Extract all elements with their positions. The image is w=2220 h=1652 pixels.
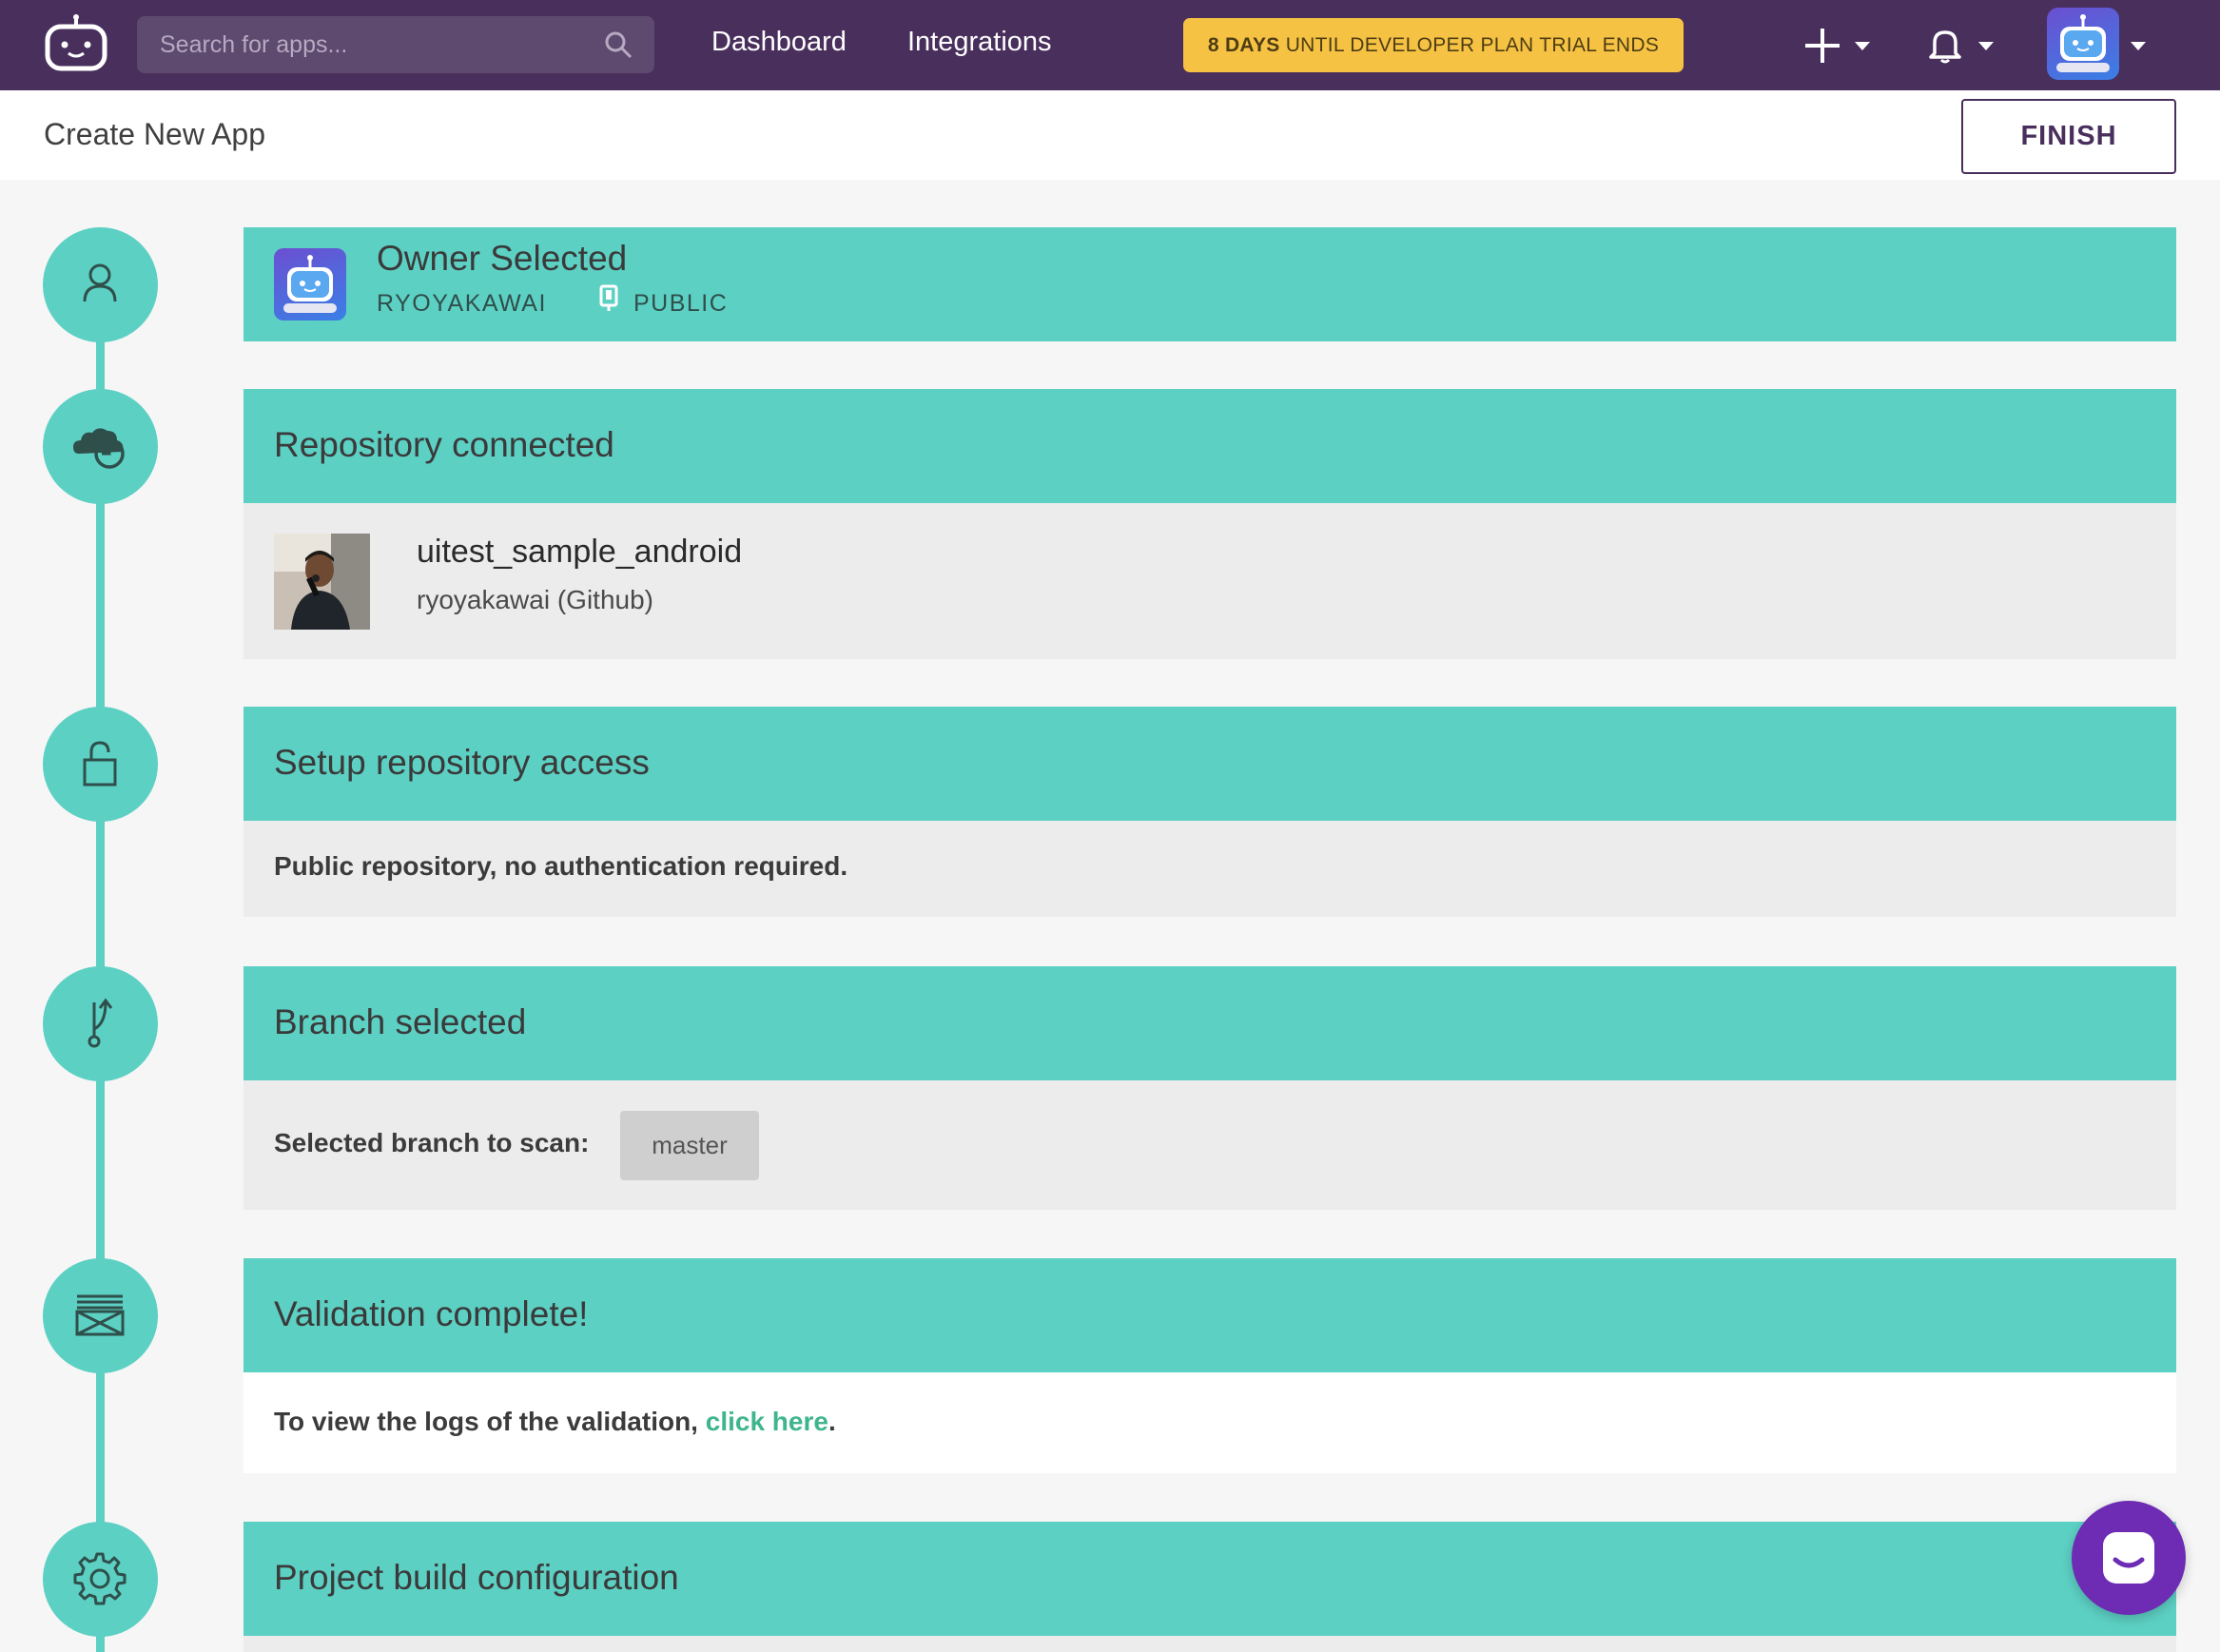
owner-visibility: PUBLIC [633, 290, 729, 317]
user-icon [83, 263, 117, 302]
step-owner-indicator [43, 227, 158, 342]
bell-icon [1929, 30, 1961, 64]
branch-icon [88, 998, 113, 1048]
trial-banner[interactable]: 8 DAYS UNTIL DEVELOPER PLAN TRIAL ENDS [1183, 18, 1684, 72]
public-device-icon [599, 284, 618, 311]
branch-label: Selected branch to scan: [274, 1128, 590, 1157]
gear-icon [73, 1552, 127, 1605]
nav-link-dashboard[interactable]: Dashboard [711, 27, 847, 58]
search-placeholder: Search for apps... [160, 31, 348, 58]
chevron-down-icon [1978, 42, 1994, 50]
branch-badge: master [620, 1111, 759, 1180]
notifications-button[interactable] [1927, 21, 2003, 68]
repository-card-body: uitest_sample_android ryoyakawai (Github… [243, 503, 2176, 659]
owner-card[interactable]: Owner Selected RYOYAKAWAI PUBLIC [243, 227, 2176, 341]
branch-card-title: Branch selected [274, 1002, 527, 1041]
build-card-title: Project build configuration [274, 1558, 679, 1597]
user-avatar [2047, 8, 2119, 80]
lock-icon [83, 741, 117, 787]
validation-message-suffix: . [828, 1407, 836, 1436]
access-message: Public repository, no authentication req… [274, 851, 848, 881]
branch-card-body: Selected branch to scan: master [243, 1080, 2176, 1210]
build-card-body [243, 1636, 2176, 1652]
trial-days: 8 DAYS [1207, 34, 1280, 56]
access-card-body: Public repository, no authentication req… [243, 821, 2176, 917]
validation-card-title: Validation complete! [274, 1294, 589, 1333]
cloud-icon [73, 428, 125, 469]
step-build-indicator [43, 1522, 158, 1637]
validation-card-body: To view the logs of the validation, clic… [243, 1372, 2176, 1473]
chevron-down-icon [1855, 42, 1870, 50]
step-repository-indicator [43, 389, 158, 504]
validation-message-prefix: To view the logs of the validation, [274, 1407, 706, 1436]
build-card-header[interactable]: Project build configuration [243, 1522, 2176, 1636]
repository-card-title: Repository connected [274, 425, 614, 464]
chat-launcher-button[interactable] [2072, 1501, 2186, 1615]
validation-message: To view the logs of the validation, clic… [274, 1407, 836, 1437]
search-input[interactable]: Search for apps... [137, 16, 654, 73]
scan-icon [75, 1294, 125, 1336]
access-card-header[interactable]: Setup repository access [243, 707, 2176, 821]
nav-link-integrations[interactable]: Integrations [907, 27, 1052, 58]
trial-text: UNTIL DEVELOPER PLAN TRIAL ENDS [1279, 34, 1660, 56]
repo-owner-photo [274, 534, 370, 630]
chat-icon [2103, 1532, 2154, 1584]
page-title: Create New App [44, 117, 266, 151]
search-icon[interactable] [603, 29, 633, 60]
access-card-title: Setup repository access [274, 743, 650, 782]
finish-button[interactable]: FINISH [1961, 99, 2176, 174]
owner-username: RYOYAKAWAI [377, 290, 547, 317]
add-menu-button[interactable] [1803, 21, 1876, 68]
validation-card-header[interactable]: Validation complete! [243, 1258, 2176, 1372]
chevron-down-icon [2131, 42, 2146, 50]
owner-avatar [274, 248, 346, 321]
owner-card-title: Owner Selected [377, 239, 628, 278]
repository-card-header[interactable]: Repository connected [243, 389, 2176, 503]
step-validation-indicator [43, 1258, 158, 1373]
plus-icon [1805, 29, 1840, 63]
step-access-indicator [43, 707, 158, 822]
page-header: Create New App FINISH [0, 90, 2220, 180]
validation-logs-link[interactable]: click here [706, 1407, 828, 1436]
branch-card-header[interactable]: Branch selected [243, 966, 2176, 1080]
bitrise-logo-icon[interactable] [42, 13, 110, 72]
repository-name: uitest_sample_android [417, 534, 743, 570]
user-menu-button[interactable] [2047, 8, 2150, 82]
top-navbar: Search for apps... Dashboard Integration… [0, 0, 2220, 90]
step-branch-indicator [43, 966, 158, 1081]
repository-source: ryoyakawai (Github) [417, 585, 653, 614]
